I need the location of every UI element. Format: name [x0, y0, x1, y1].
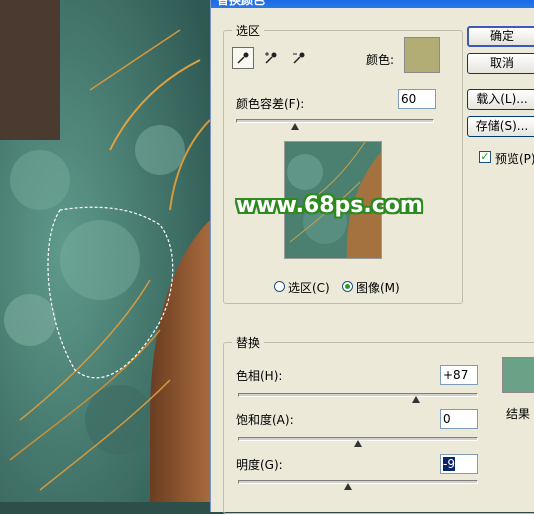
saturation-label: 饱和度(A): — [236, 413, 294, 427]
watermark: www.68ps.com — [236, 193, 423, 218]
eyedropper-subtract-icon — [293, 52, 305, 64]
eyedropper-tool-button[interactable] — [232, 47, 254, 69]
cancel-button[interactable]: 取消 — [467, 53, 534, 74]
hue-input[interactable]: +87 — [440, 365, 478, 385]
ok-button[interactable]: 确定 — [467, 26, 534, 47]
lightness-label: 明度(G): — [236, 458, 283, 472]
lightness-slider-thumb[interactable] — [344, 483, 353, 490]
replace-color-dialog: 替换颜色 选区 颜色: 颜色容差(F): 60 选区(C) 图像(M) 确定 取… — [210, 0, 534, 514]
result-label: 结果 — [506, 407, 531, 421]
color-label: 颜色: — [366, 53, 395, 67]
selection-group-title: 选区 — [232, 22, 265, 39]
preview-mode-image-label: 图像(M) — [356, 281, 400, 295]
tolerance-label: 颜色容差(F): — [236, 97, 305, 111]
replace-group: 替换 色相(H): +87 饱和度(A): 0 明度(G): -9 结果 — [223, 334, 534, 514]
photo-graphic — [0, 0, 210, 502]
load-button[interactable]: 载入(L)... — [467, 89, 534, 110]
canvas-photo — [0, 0, 210, 502]
selection-color-swatch[interactable] — [404, 37, 440, 73]
preview-mode-selection-label: 选区(C) — [288, 281, 330, 295]
hue-label: 色相(H): — [236, 369, 283, 383]
tolerance-input[interactable]: 60 — [398, 89, 436, 109]
eyedropper-icon — [237, 52, 249, 64]
tolerance-slider-track[interactable] — [236, 119, 434, 123]
saturation-input[interactable]: 0 — [440, 409, 478, 429]
eyedropper-add-button[interactable] — [260, 47, 282, 69]
preview-mode-selection-radio[interactable] — [274, 281, 285, 292]
saturation-slider-thumb[interactable] — [354, 440, 362, 447]
dialog-title: 替换颜色 — [211, 0, 534, 8]
result-color-swatch[interactable] — [502, 357, 534, 393]
hue-slider-track[interactable] — [238, 393, 478, 397]
preview-checkbox[interactable]: ✓ — [479, 151, 491, 163]
preview-checkbox-label: 预览(P) — [495, 152, 534, 166]
eyedropper-subtract-button[interactable] — [288, 47, 310, 69]
selection-group: 选区 颜色: 颜色容差(F): 60 选区(C) 图像(M) — [223, 22, 463, 304]
lightness-value: -9 — [443, 457, 455, 471]
tolerance-slider-thumb[interactable] — [291, 123, 300, 130]
eyedropper-add-icon — [265, 52, 277, 64]
hue-slider-thumb[interactable] — [411, 396, 420, 403]
preview-mode-image-radio[interactable] — [342, 281, 353, 292]
lightness-input[interactable]: -9 — [440, 454, 478, 474]
replace-group-title: 替换 — [232, 334, 265, 351]
save-button[interactable]: 存储(S)... — [467, 116, 534, 137]
lightness-slider-track[interactable] — [238, 480, 478, 484]
